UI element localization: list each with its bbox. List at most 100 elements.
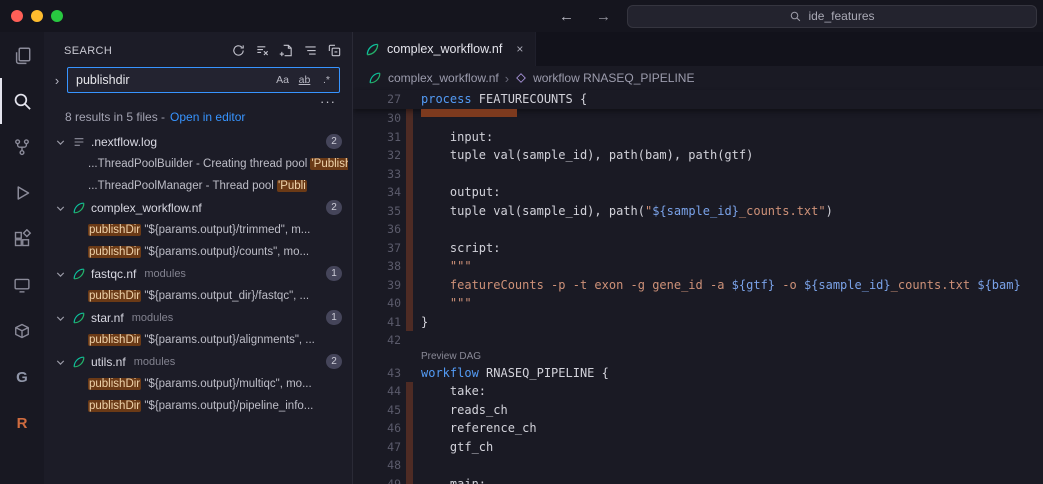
activity-remote-explorer[interactable]	[0, 262, 44, 308]
activity-search[interactable]	[0, 78, 44, 124]
gutter-decoration	[406, 294, 413, 313]
search-result-file[interactable]: .nextflow.log2	[44, 131, 352, 153]
command-center-text: ide_features	[808, 9, 874, 23]
nextflow-file-icon	[368, 71, 382, 85]
search-input-box: Aa ab .*	[67, 67, 340, 93]
code-line[interactable]: 40 """	[353, 294, 1043, 313]
sticky-line[interactable]: 27process FEATURECOUNTS {	[353, 90, 1043, 109]
search-result-file[interactable]: utils.nfmodules2	[44, 351, 352, 373]
run-debug-icon	[12, 183, 32, 203]
activity-run-debug[interactable]	[0, 170, 44, 216]
code-line[interactable]: 36	[353, 220, 1043, 239]
toggle-replace-chevron[interactable]: ›	[50, 73, 64, 88]
code-line[interactable]: 38 """	[353, 257, 1043, 276]
code-line[interactable]: 46 reference_ch	[353, 419, 1043, 438]
match-case-toggle[interactable]: Aa	[273, 71, 292, 89]
clear-search-results-icon[interactable]	[255, 43, 270, 58]
view-as-list-icon[interactable]	[303, 43, 318, 58]
code-line[interactable]: 35 tuple val(sample_id), path("${sample_…	[353, 202, 1043, 221]
search-result-match[interactable]: publishDir "${params.output}/pipeline_in…	[44, 395, 352, 417]
line-number: 43	[353, 366, 401, 380]
activity-containers[interactable]	[0, 308, 44, 354]
code-line[interactable]: 43workflow RNASEQ_PIPELINE {	[353, 364, 1043, 383]
breadcrumb: complex_workflow.nf › workflow RNASEQ_PI…	[353, 66, 1043, 90]
go-back-icon[interactable]: ←	[559, 8, 574, 25]
search-result-match[interactable]: ...ThreadPoolBuilder - Creating thread p…	[44, 153, 352, 175]
nextflow-file-icon	[365, 42, 380, 57]
breadcrumb-symbol[interactable]: workflow RNASEQ_PIPELINE	[533, 71, 694, 85]
extensions-icon	[12, 229, 32, 249]
search-result-file[interactable]: fastqc.nfmodules1	[44, 263, 352, 285]
minimize-window-button[interactable]	[31, 10, 43, 22]
open-in-editor-link[interactable]: Open in editor	[170, 110, 245, 124]
code-text: reads_ch	[421, 403, 508, 417]
open-new-search-editor-icon[interactable]	[279, 43, 294, 58]
code-line[interactable]: 32 tuple val(sample_id), path(bam), path…	[353, 146, 1043, 165]
line-number: 30	[353, 111, 401, 125]
search-result-match[interactable]: publishDir "${params.output_dir}/fastqc"…	[44, 285, 352, 307]
search-result-file[interactable]: star.nfmodules1	[44, 307, 352, 329]
code-line[interactable]: 39 featureCounts -p -t exon -g gene_id -…	[353, 276, 1043, 295]
codelens-preview-dag[interactable]: Preview DAG	[353, 350, 1043, 364]
gitlens-icon: G	[16, 369, 28, 386]
code-line[interactable]: 31 input:	[353, 128, 1043, 147]
close-window-button[interactable]	[11, 10, 23, 22]
maximize-window-button[interactable]	[51, 10, 63, 22]
tab-complex-workflow[interactable]: complex_workflow.nf ×	[353, 32, 536, 66]
code-line[interactable]: 49 main:	[353, 475, 1043, 484]
gutter-decoration	[406, 438, 413, 457]
code-line[interactable]: 34 output:	[353, 183, 1043, 202]
line-number: 32	[353, 148, 401, 162]
r-language-icon: R	[17, 415, 28, 432]
log-file-icon	[72, 135, 86, 149]
gutter-decoration	[406, 90, 413, 109]
line-number: 48	[353, 458, 401, 472]
code-line[interactable]: 45 reads_ch	[353, 401, 1043, 420]
activity-gitlens[interactable]: G	[0, 354, 44, 400]
results-summary: 8 results in 5 files -	[65, 110, 165, 124]
search-result-match[interactable]: publishDir "${params.output}/counts", mo…	[44, 241, 352, 263]
activity-extensions[interactable]	[0, 216, 44, 262]
code-line[interactable]: 27process FEATURECOUNTS {	[353, 90, 1043, 109]
results-summary-row: 8 results in 5 files - Open in editor	[44, 106, 352, 131]
line-number: 34	[353, 185, 401, 199]
search-result-file[interactable]: complex_workflow.nf2	[44, 197, 352, 219]
match-count-badge: 2	[326, 200, 342, 215]
activity-explorer[interactable]	[0, 32, 44, 78]
file-description: modules	[132, 312, 174, 324]
code-line[interactable]: 42	[353, 331, 1043, 350]
code-line[interactable]: 37 script:	[353, 239, 1043, 258]
search-result-match[interactable]: publishDir "${params.output}/alignments"…	[44, 329, 352, 351]
gutter-decoration	[406, 220, 413, 239]
activity-source-control[interactable]	[0, 124, 44, 170]
line-number: 35	[353, 204, 401, 218]
code-line[interactable]: 33	[353, 165, 1043, 184]
code-line[interactable]: 44 take:	[353, 382, 1043, 401]
go-forward-icon[interactable]: →	[596, 8, 611, 25]
code-text: tuple val(sample_id), path(bam), path(gt…	[421, 148, 753, 162]
breadcrumb-file[interactable]: complex_workflow.nf	[388, 71, 499, 85]
close-tab-icon[interactable]: ×	[516, 42, 523, 56]
refresh-icon[interactable]	[231, 43, 246, 58]
line-number: 37	[353, 241, 401, 255]
code-line[interactable]: 41}	[353, 313, 1043, 332]
regex-toggle[interactable]: .*	[317, 71, 336, 89]
code-text: featureCounts -p -t exon -g gene_id -a $…	[421, 278, 1021, 292]
whole-word-toggle[interactable]: ab	[295, 71, 314, 89]
code-text: process FEATURECOUNTS {	[421, 92, 587, 106]
line-number: 47	[353, 440, 401, 454]
code-line[interactable]: 47 gtf_ch	[353, 438, 1043, 457]
search-result-match[interactable]: publishDir "${params.output}/multiqc", m…	[44, 373, 352, 395]
command-center-search[interactable]: ide_features	[627, 5, 1037, 28]
search-result-match[interactable]: ...ThreadPoolManager - Thread pool 'Publ…	[44, 175, 352, 197]
search-result-match[interactable]: publishDir "${params.output}/trimmed", m…	[44, 219, 352, 241]
code-area: 30 31 input:32 tuple val(sample_id), path…	[353, 109, 1043, 484]
collapse-all-icon[interactable]	[327, 43, 342, 58]
match-highlight: publishDir	[88, 400, 141, 412]
activity-r-tools[interactable]: R	[0, 400, 44, 446]
match-count-badge: 2	[326, 134, 342, 149]
line-number: 49	[353, 477, 401, 484]
code-text: main:	[421, 477, 486, 484]
code-line[interactable]: 48	[353, 456, 1043, 475]
search-icon	[12, 91, 33, 112]
